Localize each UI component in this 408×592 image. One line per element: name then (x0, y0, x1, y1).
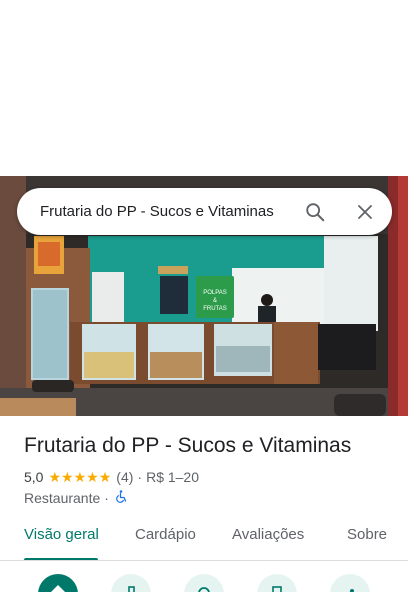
share-button[interactable] (330, 574, 370, 592)
save-button[interactable] (257, 574, 297, 592)
price-range: R$ 1–20 (146, 469, 200, 485)
sign-text: & (213, 298, 217, 304)
star-icon: ★ (86, 469, 99, 485)
divider (0, 560, 408, 561)
tab-overview[interactable]: Visão geral (24, 526, 99, 560)
save-icon (271, 582, 283, 592)
star-icon: ★ (73, 469, 87, 485)
sign-text: POLPAS (203, 290, 227, 296)
wheelchair-icon (115, 490, 127, 506)
map-area[interactable] (0, 0, 408, 176)
rating-row[interactable]: 5,0 ★ ★ ★ ★ ★ (4) · R$ 1–20 (24, 469, 199, 485)
action-buttons (0, 574, 408, 592)
review-count[interactable]: (4) (116, 469, 133, 485)
directions-icon (49, 582, 67, 592)
category-label: Restaurante (24, 490, 101, 506)
tab-reviews[interactable]: Avaliações (232, 526, 304, 560)
directions-button[interactable] (38, 574, 78, 592)
category-row: Restaurante · (24, 490, 127, 506)
phone-icon (126, 582, 136, 592)
rating-score: 5,0 (24, 469, 44, 485)
tab-about[interactable]: Sobre (347, 526, 387, 560)
nearby-icon (197, 582, 211, 592)
tab-menu[interactable]: Cardápio (135, 526, 196, 560)
star-icon: ★ (61, 469, 74, 485)
place-details-sheet: Frutaria do PP - Sucos e Vitaminas 5,0 ★… (0, 416, 408, 592)
close-icon[interactable] (353, 200, 377, 224)
separator: · (104, 490, 109, 506)
sign-text: FRUTAS (203, 306, 227, 312)
search-icon[interactable] (303, 200, 327, 224)
separator: · (137, 469, 143, 485)
share-icon (344, 582, 356, 592)
place-title: Frutaria do PP - Sucos e Vitaminas (24, 434, 352, 457)
rating-stars: ★ ★ ★ ★ ★ (48, 470, 111, 484)
star-icon: ★ (48, 469, 62, 485)
search-input[interactable]: Frutaria do PP - Sucos e Vitaminas (40, 203, 303, 220)
star-icon: ★ (98, 469, 112, 485)
call-button[interactable] (111, 574, 151, 592)
nearby-button[interactable] (184, 574, 224, 592)
tab-bar: Visão geral Cardápio Avaliações Sobre (0, 526, 408, 561)
search-bar[interactable]: Frutaria do PP - Sucos e Vitaminas (17, 188, 392, 235)
